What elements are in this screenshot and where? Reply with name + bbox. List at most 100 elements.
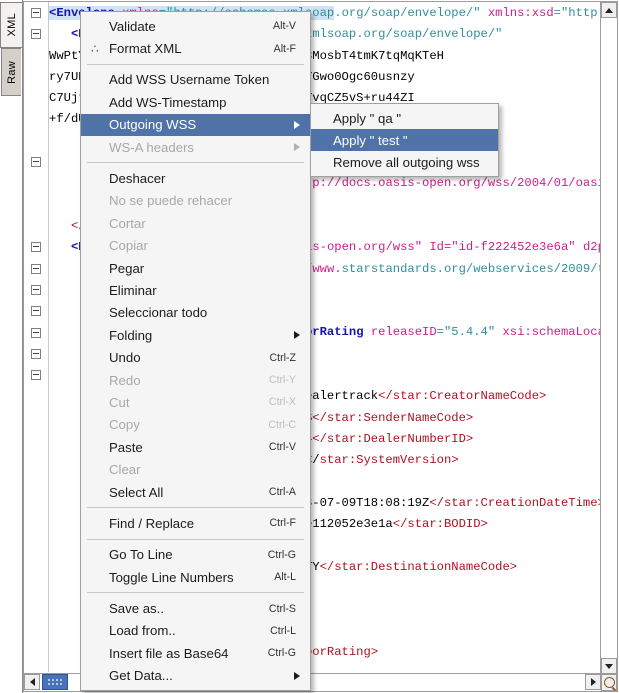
fold-toggle[interactable] [31,306,41,317]
menu-item-label: Seleccionar todo [109,305,208,321]
menu-item-undo[interactable]: Undo Ctrl-Z [81,346,310,368]
menu-item-label: Apply " qa " [333,110,402,126]
menu-item-clear: Clear [81,458,310,480]
menu-item-label: Pegar [109,260,145,276]
menu-item-toggle-line-numbers[interactable]: Toggle Line Numbers Alt-L [81,566,310,588]
menu-item-go-to-line[interactable]: Go To Line Ctrl-G [81,544,310,566]
fold-toggle[interactable] [31,327,41,338]
fold-toggle[interactable] [31,242,41,253]
menu-item-copiar: Copiar [81,235,310,257]
menu-item-copy: Copy Ctrl-C [81,414,310,436]
fold-toggle[interactable] [31,8,41,18]
menu-item-outgoing-wss[interactable]: Outgoing WSS [81,113,310,136]
submenu-arrow-icon [294,120,300,129]
menu-item-accelerator: Alt-F [273,42,296,55]
fold-toggle[interactable] [31,29,41,40]
menu-item-accelerator: Ctrl-F [269,517,296,530]
menu-item-accelerator: Alt-V [273,20,296,33]
submenu-item-apply-qa[interactable]: Apply " qa " [311,107,498,129]
menu-separator [87,507,304,509]
menu-item-eliminar[interactable]: Eliminar [81,279,310,301]
fold-toggle[interactable] [31,284,41,295]
menu-item-label: Paste [109,439,143,455]
fold-toggle[interactable] [31,348,41,359]
menu-item-accelerator: Ctrl-A [268,486,296,498]
menu-item-no-se-puede-rehacer: No se puede rehacer [81,190,310,212]
tab-xml[interactable]: XML [0,2,22,48]
menu-item-label: Load from.. [109,623,176,639]
fold-gutter [24,2,49,672]
outgoing-wss-submenu[interactable]: Apply " qa " Apply " test " Remove all out… [310,103,499,177]
menu-item-label: Validate [109,18,156,34]
menu-item-load-from[interactable]: Load from.. Ctrl-L [81,620,310,642]
menu-item-cortar: Cortar [81,212,310,234]
triangle-left-icon [29,678,35,686]
menu-item-label: No se puede rehacer [109,193,233,209]
triangle-right-icon [590,678,596,686]
fold-toggle[interactable] [31,263,41,274]
vertical-scrollbar[interactable] [600,2,617,674]
menu-item-insert-file-as-base64[interactable]: Insert file as Base64 Ctrl-G [81,642,310,664]
menu-item-accelerator: Ctrl-Y [268,374,296,387]
menu-item-label: Insert file as Base64 [109,645,229,661]
menu-separator [87,538,304,540]
menu-item-label: Clear [109,462,141,478]
menu-item-accelerator: Ctrl-G [267,647,296,660]
menu-item-add-wss-username-token[interactable]: Add WSS Username Token [81,69,310,91]
menu-item-accelerator: Ctrl-G [267,548,296,561]
context-menu[interactable]: Validate Alt-V ∴ Format XML Alt-F Add WSS Use… [80,11,311,691]
scroll-left-button[interactable] [24,674,40,690]
scroll-down-button[interactable] [601,658,617,674]
menu-separator [87,63,304,65]
menu-item-seleccionar-todo[interactable]: Seleccionar todo [81,302,310,324]
tab-xml-label: XML [5,13,18,37]
menu-item-label: Get Data... [109,668,173,684]
fold-toggle[interactable] [31,157,41,168]
tab-raw[interactable]: Raw [1,48,21,96]
horizontal-scroll-thumb[interactable] [42,674,68,690]
menu-item-paste[interactable]: Paste Ctrl-V [81,436,310,458]
menu-item-label: Eliminar [109,282,157,298]
menu-item-validate[interactable]: Validate Alt-V [81,15,310,37]
menu-item-add-ws-timestamp[interactable]: Add WS-Timestamp [81,91,310,113]
menu-item-pegar[interactable]: Pegar [81,257,310,279]
menu-item-accelerator: Alt-L [274,571,296,584]
menu-item-label: Deshacer [109,171,166,187]
menu-item-label: Add WS-Timestamp [109,94,227,110]
submenu-item-remove-all-outgoing-wss[interactable]: Remove all outgoing wss [311,151,498,173]
menu-item-select-all[interactable]: Select All Ctrl-A [81,481,310,503]
submenu-arrow-icon [294,671,300,680]
scroll-up-button[interactable] [601,2,617,18]
format-icon: ∴ [91,41,99,56]
menu-item-accelerator: Ctrl-Z [269,351,296,364]
tab-raw-label: Raw [5,60,18,84]
menu-item-deshacer[interactable]: Deshacer [81,167,310,189]
fold-toggle[interactable] [31,370,41,381]
menu-item-label: Apply " test " [333,132,408,148]
menu-item-label: Copy [109,417,140,433]
menu-item-accelerator: Ctrl-X [268,396,296,409]
menu-item-find-replace[interactable]: Find / Replace Ctrl-F [81,512,310,534]
view-tab-strip: XML Raw [0,0,23,693]
menu-item-label: Outgoing WSS [109,117,197,133]
menu-item-save-as[interactable]: Save as.. Ctrl-S [81,597,310,619]
magnifier-icon [603,677,615,688]
menu-item-label: Copiar [109,238,148,254]
submenu-arrow-icon [294,331,300,340]
menu-separator [87,162,304,164]
zoom-corner-button[interactable] [601,674,617,691]
triangle-up-icon [605,7,613,13]
menu-item-label: Save as.. [109,601,164,617]
menu-item-format-xml[interactable]: ∴ Format XML Alt-F [81,37,310,59]
menu-item-label: Format XML [109,41,182,57]
triangle-down-icon [605,663,613,669]
menu-item-label: Redo [109,372,141,388]
menu-item-folding[interactable]: Folding [81,324,310,346]
scroll-right-button[interactable] [585,674,601,690]
menu-item-label: Cut [109,394,130,410]
submenu-arrow-icon [294,143,300,152]
submenu-item-apply-test[interactable]: Apply " test " [311,129,498,151]
menu-item-accelerator: Ctrl-C [268,418,296,431]
menu-item-get-data[interactable]: Get Data... [81,665,310,687]
menu-item-label: Toggle Line Numbers [109,569,234,585]
